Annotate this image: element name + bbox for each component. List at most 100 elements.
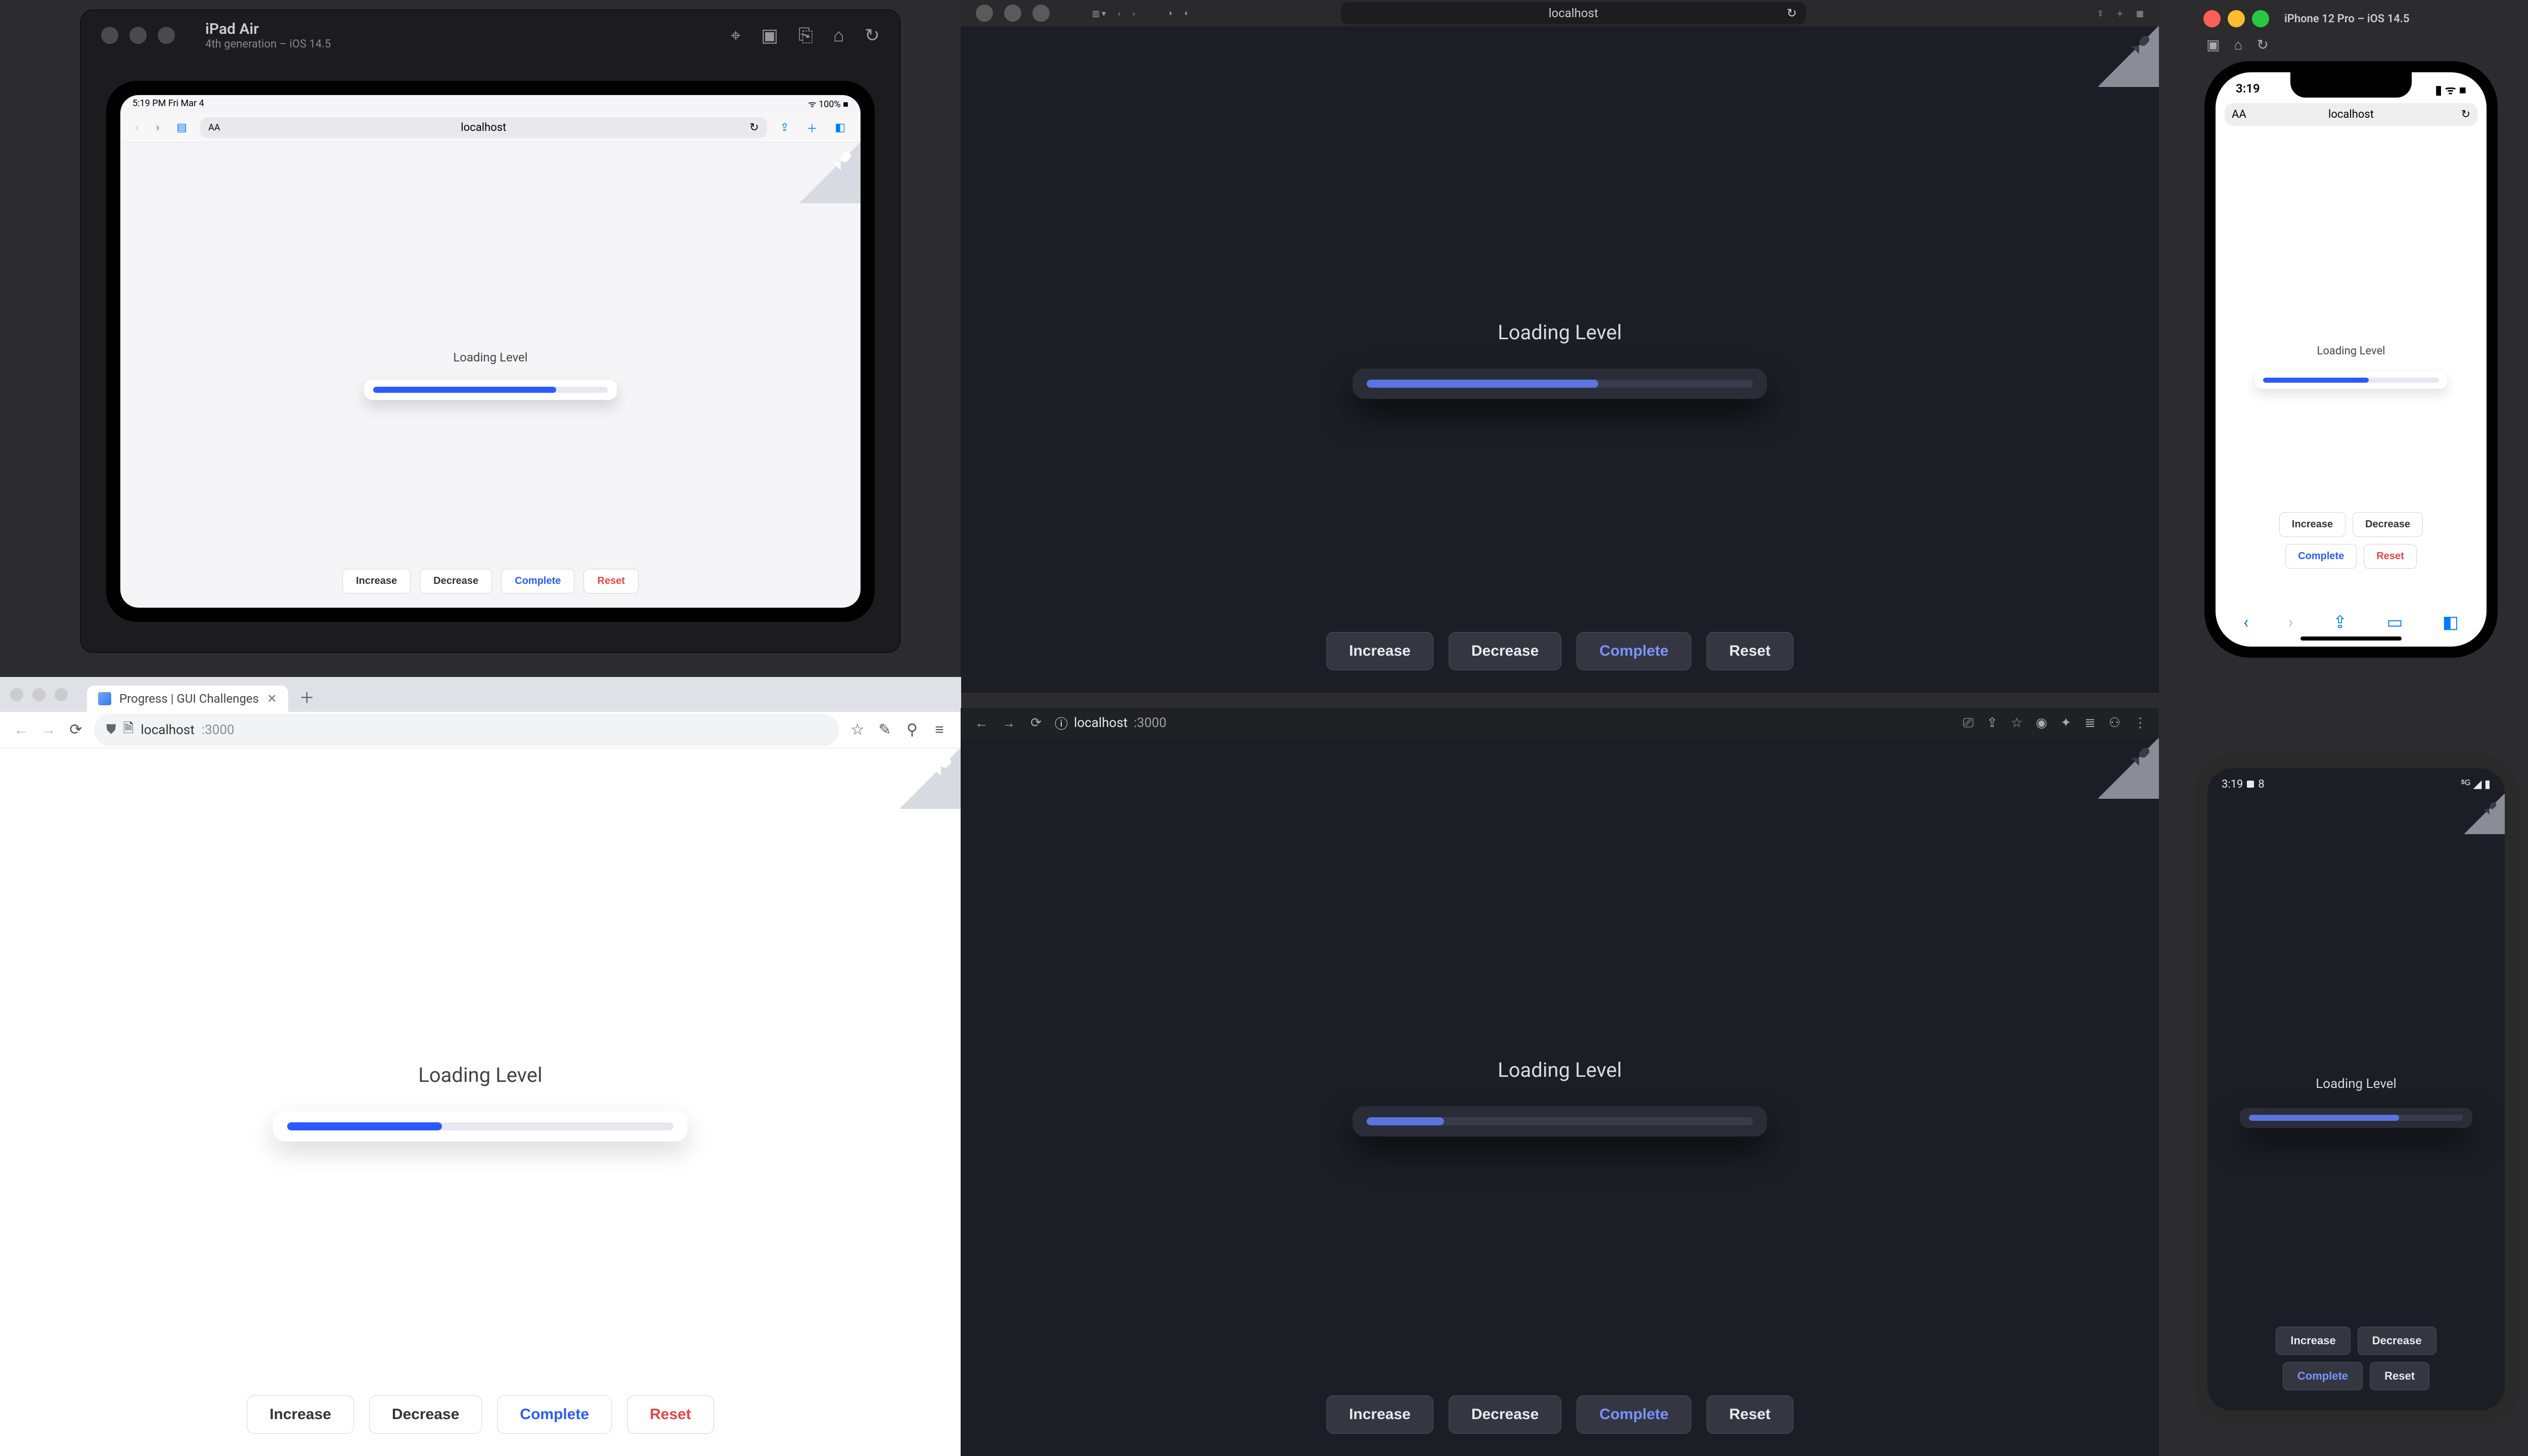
share-icon[interactable]: ⇪: [1987, 715, 1998, 731]
increase-button[interactable]: Increase: [1326, 632, 1433, 670]
minimize-icon[interactable]: [129, 27, 147, 44]
decrease-button[interactable]: Decrease: [2353, 512, 2423, 537]
zoom-icon[interactable]: [158, 27, 175, 44]
site-info-icon[interactable]: ⓘ: [1055, 714, 1068, 733]
increase-button[interactable]: Increase: [2279, 512, 2345, 537]
complete-button[interactable]: Complete: [497, 1395, 612, 1434]
new-tab-button[interactable]: ＋: [292, 681, 322, 712]
tabs-icon[interactable]: ◧: [2443, 612, 2459, 632]
increase-button[interactable]: Increase: [247, 1395, 354, 1434]
minimize-icon[interactable]: [2228, 10, 2245, 27]
cast-icon[interactable]: ⎚: [1963, 715, 1973, 731]
decrease-button[interactable]: Decrease: [1449, 1395, 1561, 1434]
forward-icon[interactable]: →: [1000, 715, 1017, 731]
rotate-icon[interactable]: ↻: [865, 25, 880, 47]
reload-icon[interactable]: ↻: [749, 121, 758, 134]
bookmark-icon[interactable]: ☆: [2011, 715, 2022, 731]
ipad-simulator-window: iPad Air 4th generation – iOS 14.5 ⌖ ▣ ⎘…: [81, 10, 900, 652]
home-icon[interactable]: ⌂: [833, 25, 844, 47]
sidebar-icon[interactable]: ▥ ▾: [1092, 9, 1106, 18]
home-indicator[interactable]: [2300, 636, 2402, 641]
increase-button[interactable]: Increase: [342, 569, 411, 594]
close-icon[interactable]: [101, 27, 118, 44]
new-tab-icon[interactable]: ＋: [802, 118, 822, 138]
back-icon[interactable]: ‹: [2243, 612, 2248, 632]
record-icon[interactable]: ⎘: [798, 25, 813, 47]
complete-button[interactable]: Complete: [1576, 1395, 1691, 1434]
extension-icon[interactable]: ✎: [876, 721, 894, 739]
zoom-icon[interactable]: [1032, 5, 1050, 22]
forward-icon[interactable]: ›: [1133, 9, 1135, 18]
forward-icon[interactable]: ›: [152, 119, 164, 136]
pointer-icon[interactable]: ⌖: [731, 25, 741, 47]
reader-icon[interactable]: AA: [208, 122, 220, 133]
decrease-button[interactable]: Decrease: [420, 569, 492, 594]
tab-close-icon[interactable]: ✕: [267, 692, 277, 706]
screenshot-icon[interactable]: ▣: [761, 25, 778, 47]
new-tab-icon[interactable]: ＋: [2116, 7, 2124, 19]
zoom-icon[interactable]: [2252, 10, 2269, 27]
close-icon[interactable]: [10, 688, 23, 701]
back-icon[interactable]: ‹: [1118, 9, 1120, 18]
reload-icon[interactable]: ⟳: [67, 721, 85, 739]
share-icon[interactable]: ⇪: [2333, 612, 2348, 632]
url-field[interactable]: localhost ↻: [1341, 2, 1806, 24]
complete-button[interactable]: Complete: [2283, 1362, 2363, 1390]
decrease-button[interactable]: Decrease: [1449, 632, 1561, 670]
url-field[interactable]: AA localhost ↻: [2225, 103, 2477, 126]
forward-icon[interactable]: →: [39, 721, 58, 739]
url-field[interactable]: ⓘ localhost:3000: [1055, 714, 1953, 733]
reload-icon[interactable]: ↻: [2461, 108, 2470, 121]
extensions-icon[interactable]: ✦: [2060, 715, 2071, 731]
close-icon[interactable]: [2203, 10, 2221, 27]
site-info-icon[interactable]: ⛊: [106, 722, 116, 738]
minimize-icon[interactable]: [1004, 5, 1021, 22]
increase-button[interactable]: Increase: [2276, 1327, 2350, 1355]
share-icon[interactable]: ⇪: [776, 119, 793, 136]
complete-button[interactable]: Complete: [501, 569, 574, 594]
profile-icon[interactable]: ⚇: [2109, 715, 2120, 731]
back-icon[interactable]: ‹: [131, 119, 143, 136]
url-field[interactable]: ⛊ 🗎 localhost:3000: [94, 714, 839, 746]
tabs-icon[interactable]: ◧: [831, 119, 849, 136]
reset-button[interactable]: Reset: [2370, 1362, 2429, 1390]
reader-icon[interactable]: AA: [2232, 108, 2246, 121]
shield-icon[interactable]: ◑: [1167, 8, 1172, 18]
reset-button[interactable]: Reset: [583, 569, 638, 594]
reading-list-icon[interactable]: ≣: [2085, 715, 2096, 731]
forward-icon[interactable]: ›: [2288, 612, 2293, 632]
loading-label: Loading Level: [2316, 1076, 2397, 1091]
reload-icon[interactable]: ↻: [1787, 6, 1797, 20]
back-icon[interactable]: ←: [12, 721, 30, 739]
url-field[interactable]: AA localhost ↻: [200, 117, 767, 138]
decrease-button[interactable]: Decrease: [2358, 1327, 2436, 1355]
bookmarks-icon[interactable]: ▭: [2386, 612, 2403, 632]
complete-button[interactable]: Complete: [2285, 544, 2357, 569]
bookmark-icon[interactable]: ☆: [848, 721, 867, 739]
reset-button[interactable]: Reset: [1706, 632, 1793, 670]
rotate-icon[interactable]: ↻: [2256, 36, 2268, 53]
tab-active[interactable]: Progress | GUI Challenges ✕: [87, 686, 288, 712]
menu-icon[interactable]: ≡: [930, 721, 949, 739]
menu-icon[interactable]: ⋮: [2134, 715, 2147, 731]
extension-icon-2[interactable]: ⚲: [903, 721, 921, 739]
appearance-icon[interactable]: ◐: [1184, 8, 1189, 18]
reset-button[interactable]: Reset: [1706, 1395, 1793, 1434]
close-icon[interactable]: [976, 5, 993, 22]
reset-button[interactable]: Reset: [2364, 544, 2416, 569]
home-icon[interactable]: ⌂: [2234, 36, 2242, 53]
decrease-button[interactable]: Decrease: [369, 1395, 482, 1434]
iphone-simulator-window: iPhone 12 Pro – iOS 14.5 ▣ ⌂ ↻ 3:19 ▮ ᯤ …: [2194, 5, 2508, 703]
tabs-overview-icon[interactable]: ▦: [2136, 9, 2144, 18]
increase-button[interactable]: Increase: [1326, 1395, 1433, 1434]
reset-button[interactable]: Reset: [627, 1395, 714, 1434]
sidebar-icon[interactable]: ▤: [172, 119, 191, 136]
back-icon[interactable]: ←: [973, 715, 990, 731]
complete-button[interactable]: Complete: [1576, 632, 1691, 670]
extension-icon[interactable]: ◉: [2036, 715, 2047, 731]
zoom-icon[interactable]: [55, 688, 68, 701]
screenshot-icon[interactable]: ▣: [2206, 36, 2220, 53]
share-icon[interactable]: ⇪: [2097, 9, 2103, 18]
minimize-icon[interactable]: [32, 688, 46, 701]
reload-icon[interactable]: ⟳: [1027, 715, 1045, 731]
